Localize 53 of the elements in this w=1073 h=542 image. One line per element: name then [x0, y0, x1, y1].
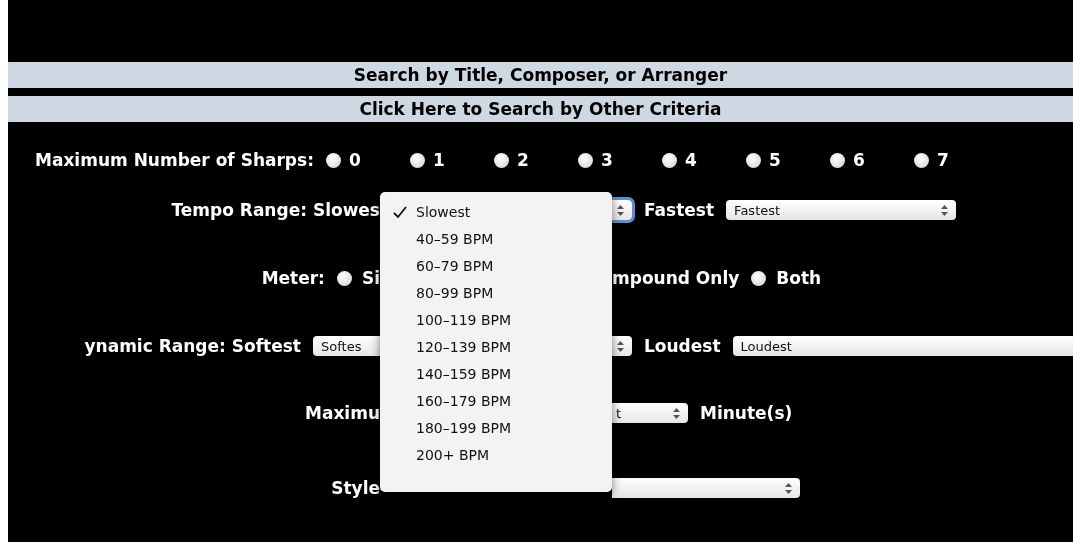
radio-button[interactable] [336, 270, 352, 286]
updown-arrows-icon [785, 482, 792, 494]
field-label: Maximu [305, 403, 380, 423]
menu-item[interactable]: 160–179 BPM [380, 387, 612, 414]
field-label: Style [331, 478, 380, 498]
radio-button[interactable] [829, 152, 845, 168]
menu-item[interactable]: 140–159 BPM [380, 360, 612, 387]
radio-label: 4 [684, 150, 697, 170]
radio-label: 2 [516, 150, 529, 170]
field-label: Loudest [644, 336, 721, 356]
dropdown-select[interactable] [612, 336, 632, 356]
radio-button[interactable] [913, 152, 929, 168]
updown-arrows-icon [941, 204, 949, 216]
radio-label: Both [776, 268, 822, 288]
other-criteria-link[interactable]: Click Here to Search by Other Criteria [8, 96, 1073, 122]
menu-item[interactable]: 100–119 BPM [380, 306, 612, 333]
updown-arrows-icon [673, 407, 680, 419]
radio-label: 7 [936, 150, 949, 170]
menu-item[interactable]: 120–139 BPM [380, 333, 612, 360]
field-label: ynamic Range: Softest [84, 336, 301, 356]
menu-item[interactable]: 60–79 BPM [380, 252, 612, 279]
dropdown-select[interactable]: Loudest [732, 336, 1073, 356]
radio-button[interactable] [325, 152, 341, 168]
radio-button[interactable] [745, 152, 761, 168]
updown-arrows-icon [617, 340, 624, 352]
dropdown-select[interactable] [612, 200, 632, 220]
dropdown-select[interactable]: Fastest [726, 200, 957, 220]
radio-button[interactable] [409, 152, 425, 168]
field-label: Maximum Number of Sharps: [35, 150, 314, 170]
field-label: Tempo Range: Slowes [171, 200, 380, 220]
radio-label: 3 [600, 150, 613, 170]
radio-button[interactable] [493, 152, 509, 168]
dropdown-select[interactable]: Softes [313, 336, 380, 356]
radio-label: 0 [348, 150, 361, 170]
menu-item[interactable]: Slowest [380, 198, 612, 225]
field-label: Minute(s) [700, 403, 793, 423]
field-label: mpound Only [612, 268, 740, 288]
updown-arrows-icon [617, 204, 624, 216]
radio-label: 1 [432, 150, 445, 170]
radio-label: 5 [768, 150, 781, 170]
radio-label: 6 [852, 150, 865, 170]
radio-button[interactable] [577, 152, 593, 168]
search-title-bar: Search by Title, Composer, or Arranger [8, 62, 1073, 88]
radio-label: Si [361, 268, 380, 288]
menu-item[interactable]: 200+ BPM [380, 441, 612, 468]
dropdown-select[interactable]: t [612, 403, 688, 423]
menu-item[interactable]: 180–199 BPM [380, 414, 612, 441]
radio-button[interactable] [751, 270, 767, 286]
radio-button[interactable] [661, 152, 677, 168]
menu-item[interactable]: 80–99 BPM [380, 279, 612, 306]
field-label: Meter: [261, 268, 325, 288]
field-label: Fastest [644, 200, 715, 220]
menu-item[interactable]: 40–59 BPM [380, 225, 612, 252]
